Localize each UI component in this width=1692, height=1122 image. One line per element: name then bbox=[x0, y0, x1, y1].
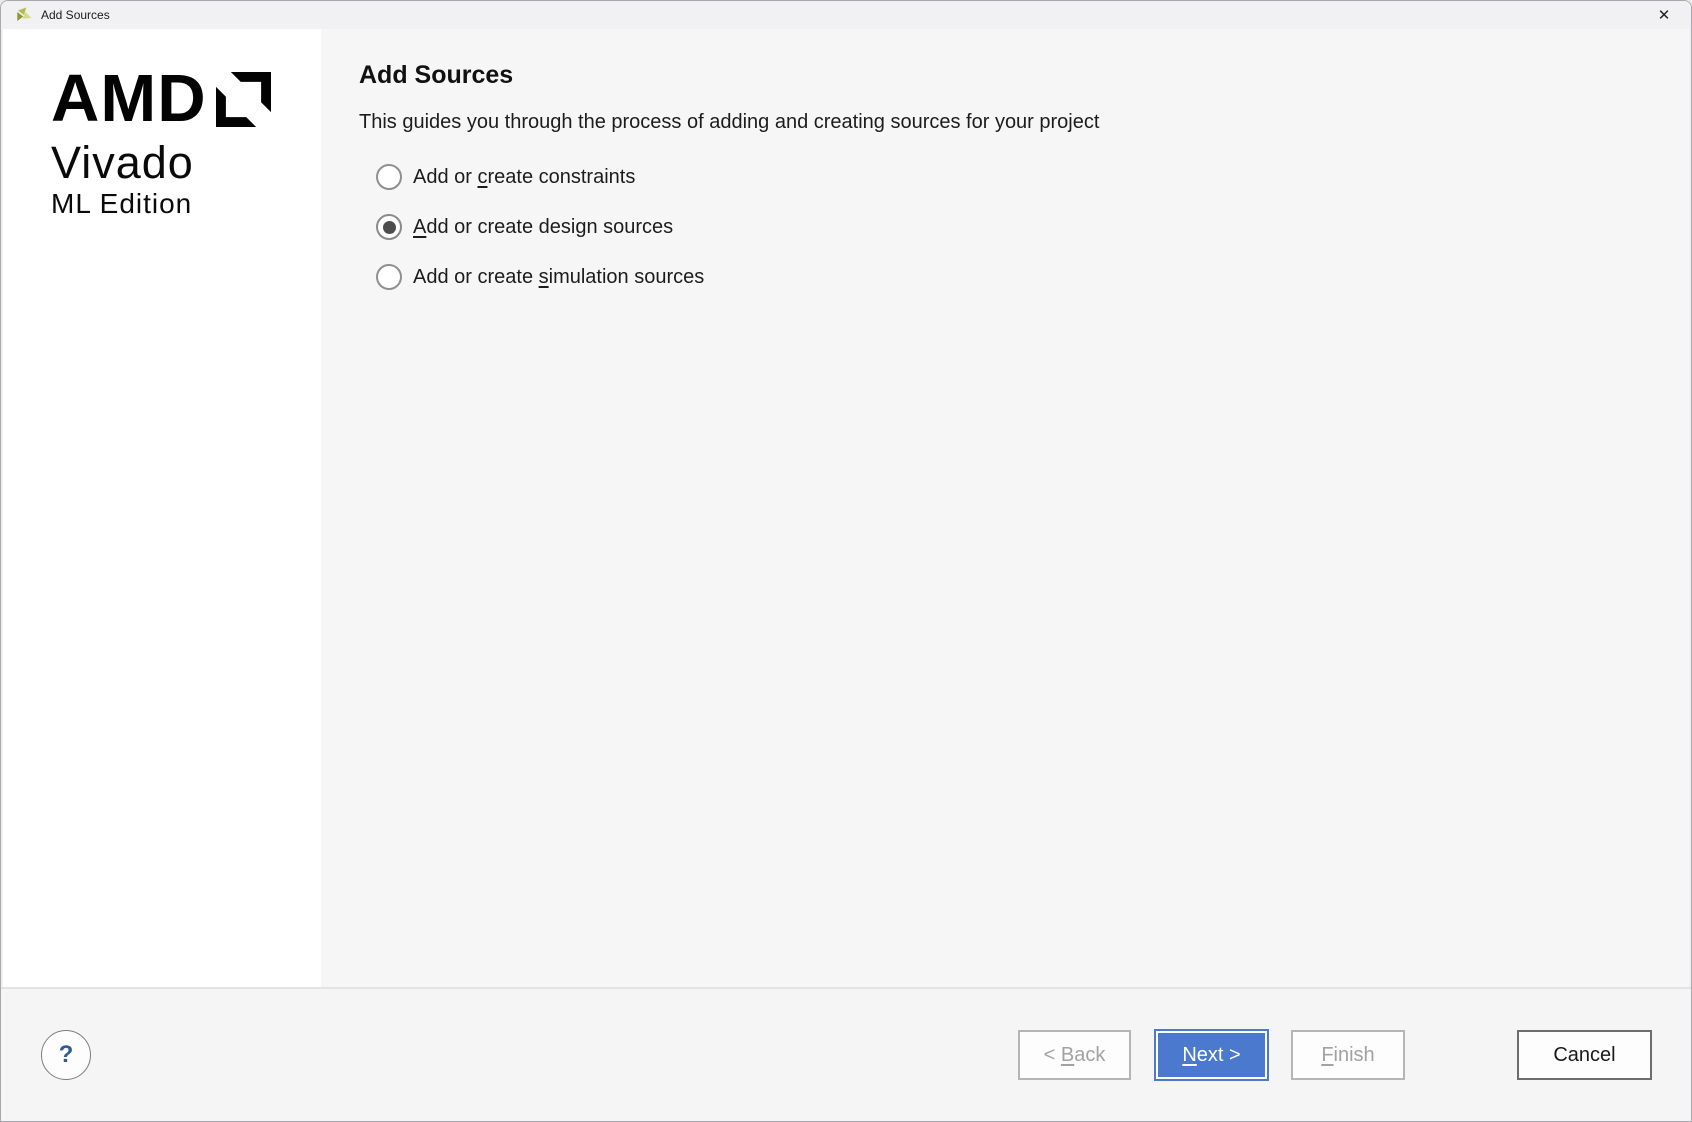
label-post: inish bbox=[1334, 1044, 1375, 1066]
label-mnemonic: N bbox=[1182, 1044, 1196, 1066]
radio-1[interactable] bbox=[376, 214, 402, 240]
edition-label: ML Edition bbox=[51, 189, 321, 219]
label-pre: < bbox=[1044, 1044, 1061, 1066]
close-button[interactable]: ✕ bbox=[1647, 3, 1681, 27]
amd-logo: AMD bbox=[51, 71, 321, 127]
radio-label-design-sources[interactable]: Add or create design sources bbox=[413, 216, 673, 239]
radio-option-constraints[interactable]: Add or create constraints bbox=[376, 164, 1649, 190]
radio-option-design-sources[interactable]: Add or create design sources bbox=[376, 214, 1649, 240]
label-mnemonic: F bbox=[1321, 1044, 1333, 1066]
label-post: dd or create design sources bbox=[426, 216, 673, 238]
radio-label-simulation-sources[interactable]: Add or create simulation sources bbox=[413, 266, 704, 289]
finish-button[interactable]: Finish bbox=[1291, 1030, 1405, 1080]
radio-0[interactable] bbox=[376, 164, 402, 190]
radio-dot bbox=[383, 171, 396, 184]
label-post: reate constraints bbox=[487, 166, 635, 188]
radio-dot bbox=[383, 271, 396, 284]
help-button[interactable]: ? bbox=[41, 1030, 91, 1080]
titlebar: Add Sources ✕ bbox=[1, 1, 1691, 29]
label-post: ext > bbox=[1197, 1044, 1241, 1066]
add-sources-dialog: Add Sources ✕ AMD Vivado ML Edition Add … bbox=[0, 0, 1692, 1122]
source-type-options: Add or create constraints Add or create … bbox=[376, 164, 1649, 290]
page-description: This guides you through the process of a… bbox=[359, 111, 1649, 134]
radio-2[interactable] bbox=[376, 264, 402, 290]
label-pre: Add or bbox=[413, 166, 477, 188]
label-mnemonic: c bbox=[477, 166, 487, 188]
label-mnemonic: B bbox=[1061, 1044, 1074, 1066]
vivado-logo-icon bbox=[15, 6, 33, 24]
amd-wordmark: AMD bbox=[51, 71, 207, 127]
label-post: ack bbox=[1074, 1044, 1105, 1066]
dialog-body: AMD Vivado ML Edition Add Sources This g… bbox=[1, 29, 1691, 987]
radio-label-constraints[interactable]: Add or create constraints bbox=[413, 166, 635, 189]
question-mark-icon: ? bbox=[59, 1041, 74, 1069]
vivado-wordmark: Vivado bbox=[51, 139, 321, 187]
wizard-footer: ? < Back Next > Finish Cancel bbox=[1, 987, 1691, 1121]
cancel-button[interactable]: Cancel bbox=[1517, 1030, 1652, 1080]
amd-arrow-icon bbox=[216, 72, 271, 127]
next-button[interactable]: Next > bbox=[1154, 1029, 1269, 1081]
back-button[interactable]: < Back bbox=[1018, 1030, 1131, 1080]
page-title: Add Sources bbox=[359, 61, 1649, 90]
label-pre: Add or create bbox=[413, 266, 539, 288]
main-content: Add Sources This guides you through the … bbox=[321, 29, 1689, 987]
radio-option-simulation-sources[interactable]: Add or create simulation sources bbox=[376, 264, 1649, 290]
label-text: Cancel bbox=[1553, 1044, 1615, 1066]
label-mnemonic: s bbox=[539, 266, 549, 288]
label-mnemonic: A bbox=[413, 216, 426, 238]
close-icon: ✕ bbox=[1658, 6, 1671, 24]
branding-sidebar: AMD Vivado ML Edition bbox=[3, 29, 321, 987]
radio-dot bbox=[383, 221, 396, 234]
window-title: Add Sources bbox=[41, 8, 110, 22]
label-post: imulation sources bbox=[549, 266, 705, 288]
